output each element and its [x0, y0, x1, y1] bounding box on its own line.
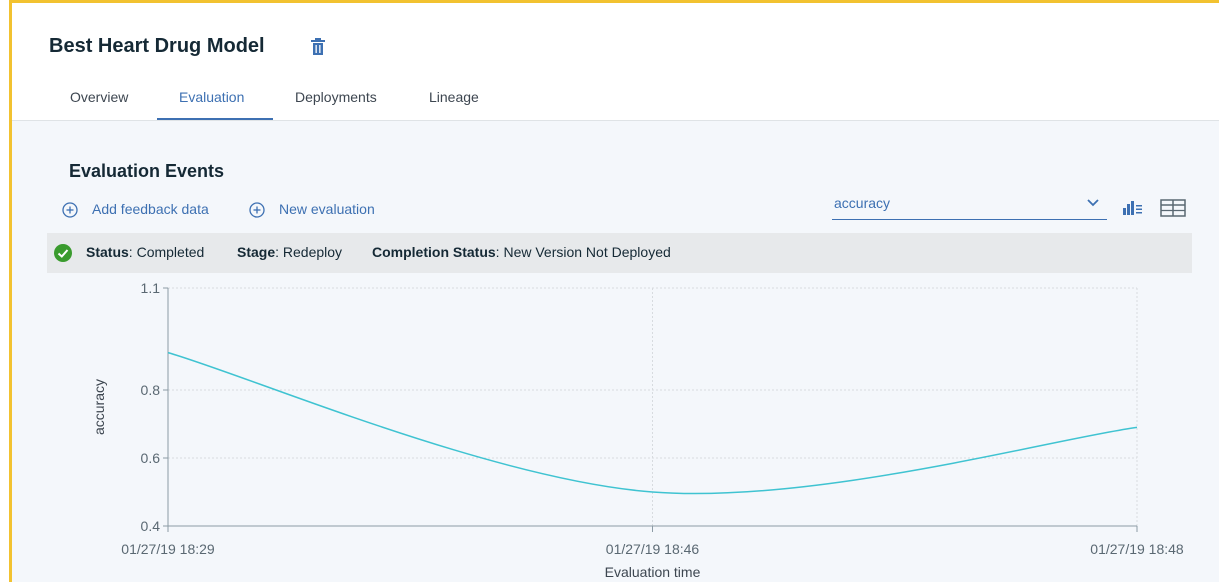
y-tick-label: 0.6: [141, 450, 161, 466]
y-tick-label: 0.8: [141, 382, 161, 398]
tab-deployments[interactable]: Deployments: [295, 89, 377, 117]
tab-lineage[interactable]: Lineage: [429, 89, 479, 117]
x-tick-label: 01/27/19 18:29: [121, 541, 215, 557]
tab-overview[interactable]: Overview: [70, 89, 128, 117]
page-header: Best Heart Drug Model Overview Evaluatio…: [12, 3, 1219, 121]
tab-evaluation[interactable]: Evaluation: [179, 89, 244, 117]
y-tick-label: 0.4: [141, 518, 161, 534]
app-frame: Best Heart Drug Model Overview Evaluatio…: [9, 0, 1219, 582]
accuracy-chart: 0.4 0.6 0.8 1.1 01/27/19 18:29 01/27/19 18:46…: [91, 280, 1184, 580]
y-tick-label: 1.1: [141, 280, 161, 296]
x-tick-label: 01/27/19 18:46: [606, 541, 700, 557]
y-axis-label: accuracy: [91, 379, 107, 435]
evaluation-panel: Evaluation Events Add feedback data New …: [12, 121, 1219, 582]
x-axis-label: Evaluation time: [605, 564, 701, 580]
trash-icon[interactable]: [310, 38, 326, 56]
active-tab-indicator: [157, 118, 273, 120]
x-tick-label: 01/27/19 18:48: [1090, 541, 1184, 557]
page-title: Best Heart Drug Model: [49, 35, 265, 57]
